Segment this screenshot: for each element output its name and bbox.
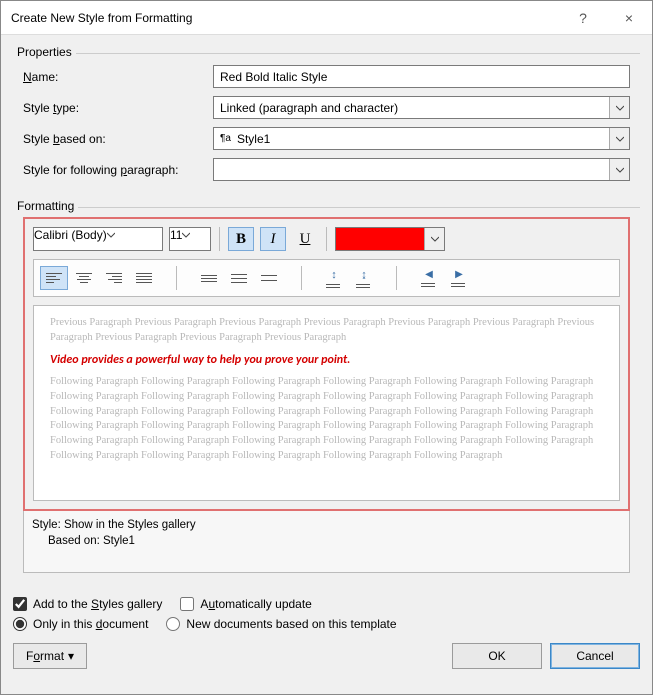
font-color-picker[interactable] <box>335 227 445 251</box>
style-type-value: Linked (paragraph and character) <box>214 101 609 115</box>
auto-update-checkbox[interactable]: Automatically update <box>180 597 311 611</box>
underline-button[interactable]: U <box>292 227 318 251</box>
chevron-down-icon <box>609 97 629 118</box>
font-size-value: 11 <box>170 228 182 250</box>
new-documents-radio[interactable]: New documents based on this template <box>166 617 396 631</box>
name-label: Name: <box>23 70 213 84</box>
following-paragraph-label: Style for following paragraph: <box>23 163 213 177</box>
formatting-highlight-box: Calibri (Body) 11 B I U <box>23 217 630 511</box>
preview-sample-text: Video provides a powerful way to help yo… <box>50 353 603 367</box>
name-input[interactable] <box>213 65 630 88</box>
style-type-combo[interactable]: Linked (paragraph and character) <box>213 96 630 119</box>
cancel-button[interactable]: Cancel <box>550 643 640 669</box>
font-size-combo[interactable]: 11 <box>169 227 211 251</box>
following-paragraph-combo[interactable] <box>213 158 630 181</box>
formatting-group-label: Formatting <box>13 199 78 213</box>
dialog-buttons: Format ▾ OK Cancel <box>13 643 640 669</box>
arrow-expand-icon: ↕ <box>331 269 337 281</box>
based-on-value: Style1 <box>237 132 270 146</box>
increase-space-before-button[interactable]: ↕ <box>320 266 348 290</box>
formatting-group: Formatting Calibri (Body) 11 B I U <box>13 207 640 583</box>
align-justify-button[interactable] <box>130 266 158 290</box>
chevron-down-icon <box>182 228 190 250</box>
new-documents-input[interactable] <box>166 617 180 631</box>
italic-button[interactable]: I <box>260 227 286 251</box>
dialog-title: Create New Style from Formatting <box>11 11 560 25</box>
align-left-button[interactable] <box>40 266 68 290</box>
caret-down-icon: ▾ <box>68 649 74 663</box>
style-preview: Previous Paragraph Previous Paragraph Pr… <box>33 305 620 501</box>
spacing-single-button[interactable] <box>195 266 223 290</box>
dialog-content: Properties Name: Style type: Linked (par… <box>1 35 652 694</box>
auto-update-input[interactable] <box>180 597 194 611</box>
properties-group: Properties Name: Style type: Linked (par… <box>13 53 640 199</box>
chevron-down-icon <box>609 159 629 180</box>
color-swatch-icon <box>336 228 424 250</box>
font-family-combo[interactable]: Calibri (Body) <box>33 227 163 251</box>
dialog-window: Create New Style from Formatting ? × Pro… <box>0 0 653 695</box>
paragraph-toolbar: ↕ ↨ ◀ ▶ <box>33 259 620 297</box>
chevron-down-icon <box>609 128 629 149</box>
align-right-button[interactable] <box>100 266 128 290</box>
indent-left-icon: ◀ <box>425 269 433 280</box>
options-area: Add to the Styles gallery Automatically … <box>13 597 640 631</box>
decrease-space-before-button[interactable]: ↨ <box>350 266 378 290</box>
preview-previous-text: Previous Paragraph Previous Paragraph Pr… <box>50 316 603 345</box>
titlebar: Create New Style from Formatting ? × <box>1 1 652 35</box>
based-on-combo[interactable]: ¶a Style1 <box>213 127 630 150</box>
only-this-document-input[interactable] <box>13 617 27 631</box>
decrease-indent-button[interactable]: ◀ <box>415 266 443 290</box>
spacing-double-button[interactable] <box>255 266 283 290</box>
arrow-collapse-icon: ↨ <box>361 269 367 281</box>
close-button[interactable]: × <box>606 1 652 35</box>
spacing-onehalf-button[interactable] <box>225 266 253 290</box>
based-on-label: Style based on: <box>23 132 213 146</box>
font-family-value: Calibri (Body) <box>34 228 107 250</box>
add-to-gallery-checkbox[interactable]: Add to the Styles gallery <box>13 597 162 611</box>
style-type-label: Style type: <box>23 101 213 115</box>
only-this-document-radio[interactable]: Only in this document <box>13 617 148 631</box>
align-center-button[interactable] <box>70 266 98 290</box>
format-button[interactable]: Format ▾ <box>13 643 87 669</box>
indent-right-icon: ▶ <box>455 269 463 280</box>
style-description-line1: Style: Show in the Styles gallery <box>32 517 621 533</box>
style-description-line2: Based on: Style1 <box>32 533 621 549</box>
help-button[interactable]: ? <box>560 1 606 35</box>
chevron-down-icon <box>107 228 115 250</box>
pilcrow-icon: ¶a <box>220 133 231 144</box>
preview-following-text: Following Paragraph Following Paragraph … <box>50 375 603 463</box>
chevron-down-icon <box>424 228 444 250</box>
font-toolbar: Calibri (Body) 11 B I U <box>33 227 620 251</box>
bold-button[interactable]: B <box>228 227 254 251</box>
ok-button[interactable]: OK <box>452 643 542 669</box>
add-to-gallery-input[interactable] <box>13 597 27 611</box>
properties-group-label: Properties <box>13 45 76 59</box>
increase-indent-button[interactable]: ▶ <box>445 266 473 290</box>
style-description: Style: Show in the Styles gallery Based … <box>23 511 630 573</box>
